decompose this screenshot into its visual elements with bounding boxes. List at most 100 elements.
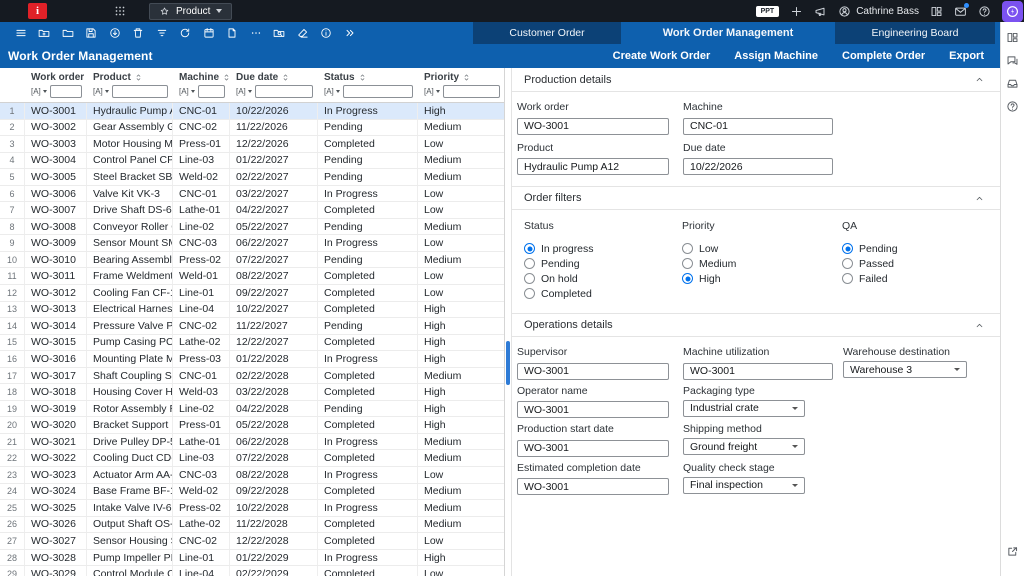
cell-machine[interactable]: Weld-02: [173, 484, 230, 500]
cell-status[interactable]: Completed: [318, 368, 418, 384]
cell-due-date[interactable]: 11/22/2027: [230, 318, 318, 334]
cell-machine[interactable]: Line-02: [173, 219, 230, 235]
cell-status[interactable]: Completed: [318, 417, 418, 433]
supervisor-input[interactable]: [517, 363, 669, 380]
cell-due-date[interactable]: 08/22/2027: [230, 268, 318, 284]
cell-due-date[interactable]: 02/22/2027: [230, 169, 318, 185]
work-order-input[interactable]: [517, 118, 669, 135]
cell-machine[interactable]: Lathe-01: [173, 202, 230, 218]
cell-product[interactable]: Sensor Housing SH-2: [87, 533, 173, 549]
filter-button[interactable]: [150, 22, 174, 44]
estimated-completion-date-input[interactable]: [517, 478, 669, 495]
cell-work-order[interactable]: WO-3006: [25, 186, 87, 202]
cell-work-order[interactable]: WO-3014: [25, 318, 87, 334]
cell-product[interactable]: Bearing Assembly B...: [87, 252, 173, 268]
cell-due-date[interactable]: 08/22/2028: [230, 467, 318, 483]
section-production-details[interactable]: Production details: [512, 68, 1000, 92]
cell-status[interactable]: Completed: [318, 136, 418, 152]
column-header-machine[interactable]: Machine: [173, 68, 230, 83]
cell-due-date[interactable]: 02/22/2028: [230, 368, 318, 384]
column-header-status[interactable]: Status: [318, 68, 418, 83]
cell-machine[interactable]: Line-04: [173, 302, 230, 318]
cell-due-date[interactable]: 11/22/2028: [230, 517, 318, 533]
cell-product[interactable]: Bracket Support BS-9: [87, 417, 173, 433]
cell-status[interactable]: Pending: [318, 120, 418, 136]
cell-status[interactable]: In Progress: [318, 550, 418, 566]
cell-work-order[interactable]: WO-3020: [25, 417, 87, 433]
row-number[interactable]: 26: [0, 517, 25, 533]
radio-option-pending[interactable]: Pending: [524, 256, 682, 271]
cell-work-order[interactable]: WO-3024: [25, 484, 87, 500]
row-number[interactable]: 1: [0, 103, 25, 119]
folder-plus-button[interactable]: [33, 22, 57, 44]
table-row[interactable]: 6WO-3006Valve Kit VK-3CNC-0103/22/2027In…: [0, 186, 504, 203]
radio-option-on-hold[interactable]: On hold: [524, 271, 682, 286]
cell-product[interactable]: Mounting Plate MP-6: [87, 351, 173, 367]
folder-button[interactable]: [56, 22, 80, 44]
table-row[interactable]: 15WO-3015Pump Casing PC-11Lathe-0212/22/…: [0, 335, 504, 352]
radio-option-high[interactable]: High: [682, 271, 842, 286]
cell-product[interactable]: Output Shaft OS-4: [87, 517, 173, 533]
row-number[interactable]: 15: [0, 335, 25, 351]
table-row[interactable]: 18WO-3018Housing Cover HC-8Weld-0303/22/…: [0, 384, 504, 401]
cell-priority[interactable]: Low: [418, 136, 505, 152]
row-number[interactable]: 9: [0, 235, 25, 251]
splitter-handle[interactable]: [506, 341, 510, 385]
cell-machine[interactable]: Press-01: [173, 136, 230, 152]
radio-option-low[interactable]: Low: [682, 241, 842, 256]
cell-due-date[interactable]: 10/22/2026: [230, 103, 318, 119]
cell-status[interactable]: Completed: [318, 450, 418, 466]
app-grid-icon[interactable]: [113, 4, 127, 18]
external-link-icon[interactable]: [1006, 545, 1019, 558]
cell-priority[interactable]: High: [418, 103, 505, 119]
cell-status[interactable]: In Progress: [318, 351, 418, 367]
cell-status[interactable]: Completed: [318, 384, 418, 400]
cell-work-order[interactable]: WO-3011: [25, 268, 87, 284]
tab-work-order-management[interactable]: Work Order Management: [621, 22, 835, 44]
row-number[interactable]: 2: [0, 120, 25, 136]
cell-machine[interactable]: Press-02: [173, 500, 230, 516]
cell-priority[interactable]: Medium: [418, 219, 505, 235]
cell-priority[interactable]: Medium: [418, 500, 505, 516]
cell-status[interactable]: Completed: [318, 335, 418, 351]
filter-type-button[interactable]: [A]: [236, 87, 252, 96]
cell-due-date[interactable]: 02/22/2029: [230, 566, 318, 576]
cell-work-order[interactable]: WO-3010: [25, 252, 87, 268]
eraser-button[interactable]: [291, 22, 315, 44]
machine-input[interactable]: [683, 118, 833, 135]
cell-priority[interactable]: Medium: [418, 484, 505, 500]
inbox-icon[interactable]: [1006, 77, 1019, 90]
table-row[interactable]: 24WO-3024Base Frame BF-1Weld-0209/22/202…: [0, 484, 504, 501]
cell-due-date[interactable]: 04/22/2027: [230, 202, 318, 218]
cell-priority[interactable]: Low: [418, 268, 505, 284]
cell-work-order[interactable]: WO-3003: [25, 136, 87, 152]
add-icon[interactable]: [790, 5, 803, 18]
cell-priority[interactable]: Low: [418, 235, 505, 251]
cell-status[interactable]: Pending: [318, 153, 418, 169]
cell-product[interactable]: Drive Pulley DP-5: [87, 434, 173, 450]
table-row[interactable]: 26WO-3026Output Shaft OS-4Lathe-0211/22/…: [0, 517, 504, 534]
cell-product[interactable]: Rotor Assembly RA-4: [87, 401, 173, 417]
cell-machine[interactable]: CNC-02: [173, 318, 230, 334]
cell-machine[interactable]: Press-03: [173, 351, 230, 367]
filter-input-machine[interactable]: [198, 85, 225, 98]
cell-work-order[interactable]: WO-3029: [25, 566, 87, 576]
cell-priority[interactable]: Medium: [418, 368, 505, 384]
table-row[interactable]: 16WO-3016Mounting Plate MP-6Press-0301/2…: [0, 351, 504, 368]
row-number[interactable]: 25: [0, 500, 25, 516]
row-number[interactable]: 28: [0, 550, 25, 566]
row-number[interactable]: 14: [0, 318, 25, 334]
cell-machine[interactable]: Line-03: [173, 153, 230, 169]
cell-work-order[interactable]: WO-3015: [25, 335, 87, 351]
cell-status[interactable]: In Progress: [318, 103, 418, 119]
cell-due-date[interactable]: 06/22/2028: [230, 434, 318, 450]
row-number[interactable]: 19: [0, 401, 25, 417]
cell-due-date[interactable]: 06/22/2027: [230, 235, 318, 251]
cell-status[interactable]: Completed: [318, 517, 418, 533]
cell-machine[interactable]: Press-02: [173, 252, 230, 268]
menu-button[interactable]: [9, 22, 33, 44]
cell-status[interactable]: Completed: [318, 268, 418, 284]
cell-due-date[interactable]: 07/22/2027: [230, 252, 318, 268]
delete-button[interactable]: [127, 22, 151, 44]
filter-input-work-order[interactable]: [50, 85, 82, 98]
